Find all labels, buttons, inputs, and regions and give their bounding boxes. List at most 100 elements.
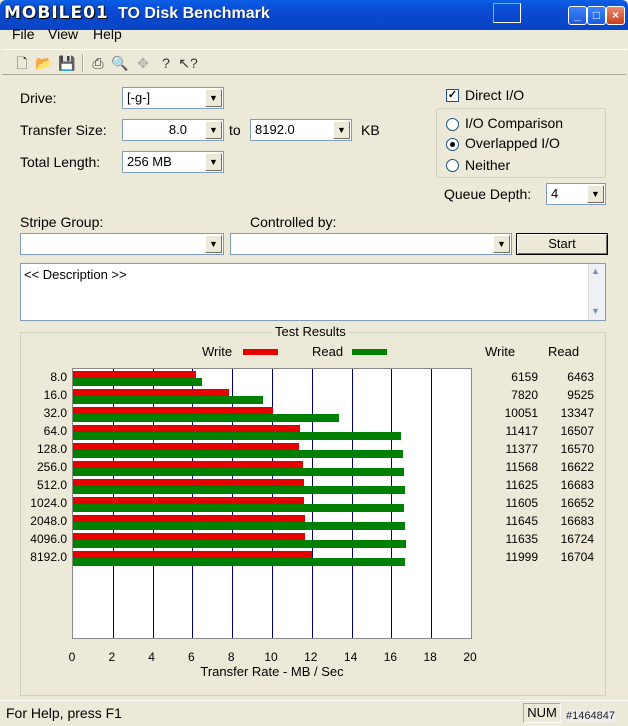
chevron-down-icon[interactable]: ▼ bbox=[205, 153, 222, 171]
x-tick-label: 14 bbox=[343, 650, 358, 664]
x-tick-label: 12 bbox=[304, 650, 318, 664]
kb-label: KB bbox=[361, 122, 380, 138]
minimize-button[interactable]: _ bbox=[568, 6, 587, 25]
x-tick-label: 4 bbox=[148, 650, 155, 664]
radio-io-comparison-label[interactable]: I/O Comparison bbox=[465, 115, 563, 131]
description-text: << Description >> bbox=[24, 267, 127, 282]
window-title: TO Disk Benchmark bbox=[118, 5, 270, 22]
write-value: 11605 bbox=[505, 496, 538, 510]
open-icon[interactable]: 📂 bbox=[34, 53, 54, 73]
to-label: to bbox=[229, 122, 241, 138]
radio-overlapped-io-label[interactable]: Overlapped I/O bbox=[465, 135, 560, 151]
category-label: 128.0 bbox=[36, 442, 67, 456]
category-label: 2048.0 bbox=[30, 514, 67, 528]
transfer-to-value: 8192.0 bbox=[255, 122, 295, 137]
chevron-down-icon[interactable]: ▼ bbox=[587, 185, 604, 203]
read-bar bbox=[73, 522, 405, 530]
transfer-size-from-select[interactable]: 8.0 ▼ bbox=[122, 119, 224, 141]
legend-write-swatch bbox=[243, 349, 278, 355]
description-scrollbar[interactable]: ▲ ▼ bbox=[588, 264, 605, 320]
write-value: 6159 bbox=[511, 370, 538, 384]
read-bar bbox=[73, 414, 339, 422]
column-write-header: Write bbox=[485, 344, 516, 359]
grid-line bbox=[431, 369, 433, 638]
menu-help[interactable]: Help bbox=[93, 26, 122, 42]
category-label: 4096.0 bbox=[30, 532, 67, 546]
radio-overlapped-io[interactable] bbox=[446, 138, 459, 151]
menu-file[interactable]: File bbox=[12, 26, 35, 42]
category-label: 1024.0 bbox=[30, 496, 67, 510]
category-label: 32.0 bbox=[43, 406, 67, 420]
write-value: 11568 bbox=[505, 460, 538, 474]
help-icon[interactable]: ? bbox=[156, 53, 176, 73]
transfer-rate-chart bbox=[72, 368, 472, 639]
read-value: 13347 bbox=[560, 406, 594, 420]
drive-select[interactable]: [-g-] ▼ bbox=[122, 87, 224, 109]
status-num: NUM bbox=[523, 703, 561, 723]
write-value: 11635 bbox=[505, 532, 538, 546]
total-length-value: 256 MB bbox=[127, 154, 172, 169]
scroll-down-icon[interactable]: ▼ bbox=[591, 306, 600, 316]
context-help-icon[interactable]: ↖? bbox=[178, 53, 198, 73]
read-bar bbox=[73, 468, 404, 476]
legend-read-label: Read bbox=[312, 344, 344, 359]
chevron-down-icon[interactable]: ▼ bbox=[205, 121, 222, 139]
direct-io-label[interactable]: Direct I/O bbox=[465, 87, 524, 103]
print-preview-icon[interactable]: 🔍 bbox=[110, 53, 130, 73]
read-value: 6463 bbox=[567, 370, 594, 384]
print-icon[interactable]: ⎙ bbox=[88, 53, 108, 73]
menu-view[interactable]: View bbox=[48, 26, 78, 42]
write-value: 11645 bbox=[505, 514, 538, 528]
maximize-button[interactable]: □ bbox=[587, 6, 606, 25]
move-icon[interactable]: ✥ bbox=[133, 53, 153, 73]
start-button[interactable]: Start bbox=[516, 233, 608, 255]
total-length-label: Total Length: bbox=[20, 154, 101, 170]
x-tick-label: 0 bbox=[68, 650, 76, 664]
read-bar bbox=[73, 378, 202, 386]
write-value: 11999 bbox=[505, 550, 538, 564]
read-value: 16683 bbox=[560, 514, 594, 528]
read-value: 16652 bbox=[560, 496, 594, 510]
scroll-up-icon[interactable]: ▲ bbox=[591, 266, 600, 276]
direct-io-checkbox[interactable]: ✓ bbox=[446, 89, 459, 102]
save-icon[interactable]: 💾 bbox=[57, 53, 77, 73]
radio-io-comparison[interactable] bbox=[446, 118, 459, 131]
column-read-header: Read bbox=[548, 344, 580, 359]
transfer-size-to-select[interactable]: 8192.0 ▼ bbox=[250, 119, 352, 141]
read-bar bbox=[73, 450, 403, 458]
read-value: 16622 bbox=[560, 460, 594, 474]
read-value: 16683 bbox=[560, 478, 594, 492]
chevron-down-icon[interactable]: ▼ bbox=[205, 89, 222, 107]
toolbar: 🗋 📂 💾 ⎙ 🔍 ✥ ? ↖? bbox=[2, 49, 626, 75]
controlled-by-select[interactable]: ▼ bbox=[230, 233, 512, 255]
radio-neither-label[interactable]: Neither bbox=[465, 157, 510, 173]
x-tick-label: 18 bbox=[423, 650, 437, 664]
category-label: 256.0 bbox=[36, 460, 67, 474]
description-textarea[interactable]: << Description >> ▲ ▼ bbox=[20, 263, 606, 321]
legend-write-label: Write bbox=[202, 344, 233, 359]
write-value: 7820 bbox=[511, 388, 538, 402]
new-icon[interactable]: 🗋 bbox=[12, 53, 32, 73]
drive-label: Drive: bbox=[20, 90, 57, 106]
test-results-title: Test Results bbox=[272, 324, 349, 339]
radio-neither[interactable] bbox=[446, 159, 459, 172]
x-tick-label: 16 bbox=[383, 650, 398, 664]
read-bar bbox=[73, 540, 406, 548]
chevron-down-icon[interactable]: ▼ bbox=[205, 235, 222, 253]
read-value: 16507 bbox=[560, 424, 594, 438]
close-button[interactable]: × bbox=[606, 6, 625, 25]
x-tick-label: 20 bbox=[463, 650, 477, 664]
total-length-select[interactable]: 256 MB ▼ bbox=[122, 151, 224, 173]
queue-depth-select[interactable]: 4 ▼ bbox=[546, 183, 606, 205]
chevron-down-icon[interactable]: ▼ bbox=[493, 235, 510, 253]
read-bar bbox=[73, 486, 405, 494]
read-bar bbox=[73, 504, 405, 512]
chevron-down-icon[interactable]: ▼ bbox=[333, 121, 350, 139]
stripe-group-select[interactable]: ▼ bbox=[20, 233, 224, 255]
read-value: 9525 bbox=[567, 388, 594, 402]
read-bar bbox=[73, 432, 402, 440]
category-label: 8192.0 bbox=[30, 550, 67, 564]
transfer-from-value: 8.0 bbox=[168, 122, 187, 137]
read-value: 16724 bbox=[560, 532, 594, 546]
queue-depth-value: 4 bbox=[551, 186, 559, 201]
